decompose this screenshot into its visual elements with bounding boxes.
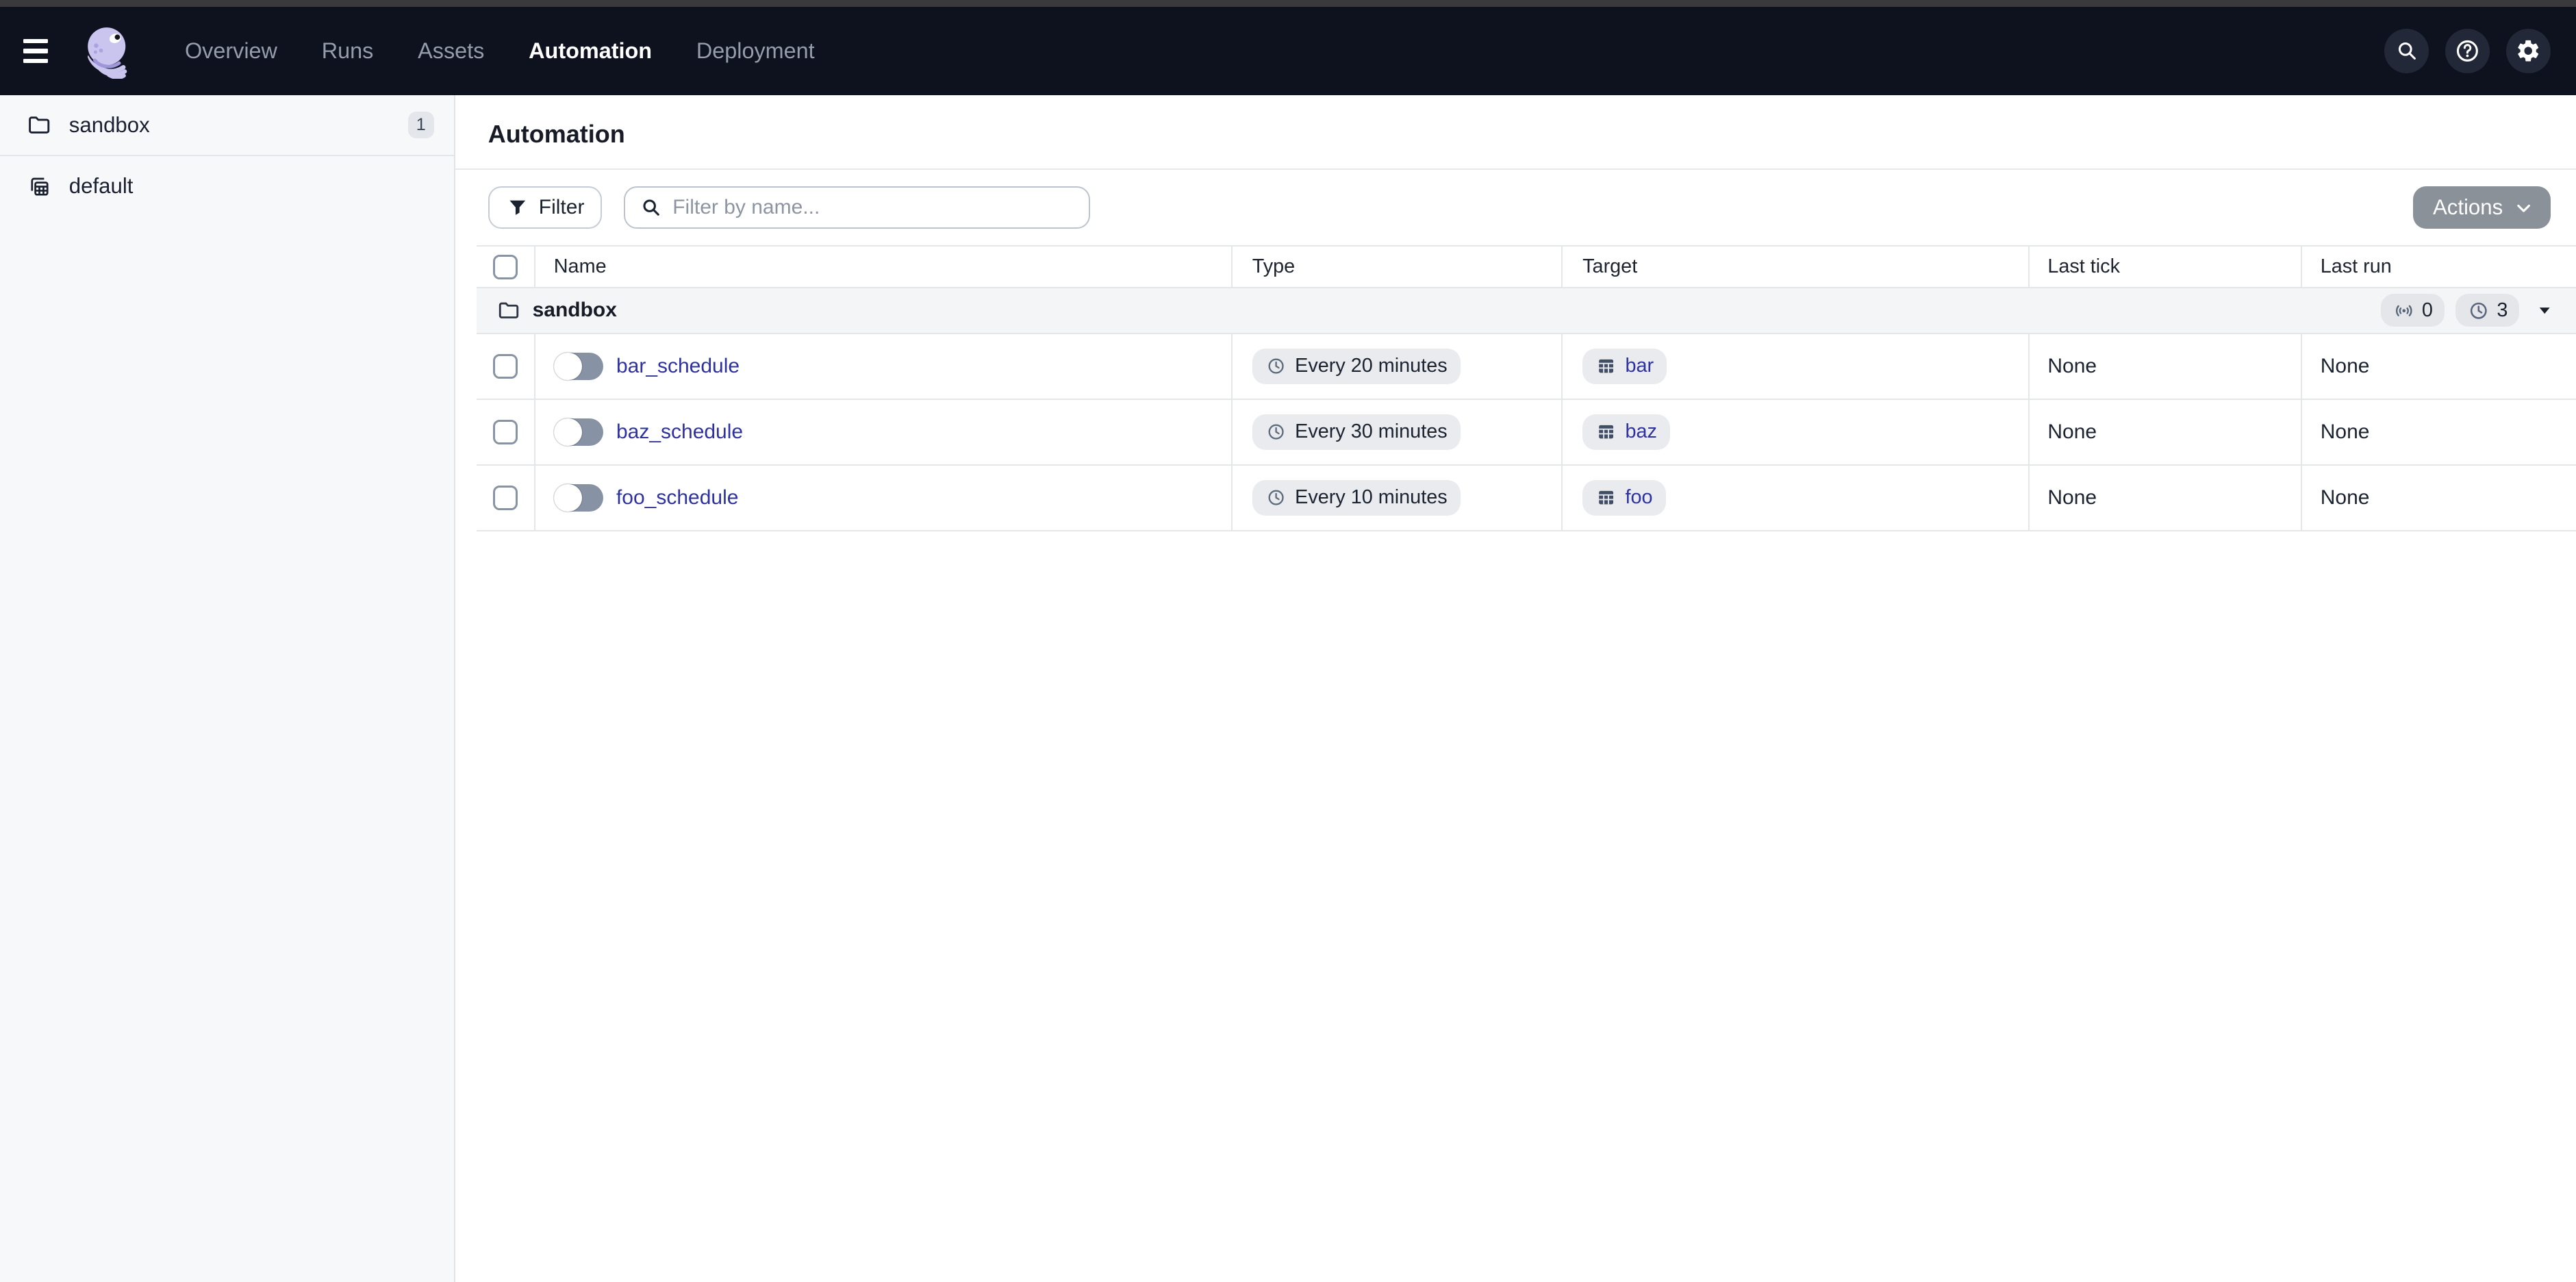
schedule-name-link[interactable]: foo_schedule <box>616 486 738 510</box>
actions-button-label: Actions <box>2433 195 2503 220</box>
clock-icon <box>2467 299 2490 323</box>
target-tag[interactable]: bar <box>1582 349 1667 385</box>
nav-right-icons <box>2384 29 2550 73</box>
row-checkbox[interactable] <box>493 486 518 510</box>
window-chrome-strip <box>0 0 2576 7</box>
schedule-name-link[interactable]: baz_schedule <box>616 420 743 444</box>
sensor-count-badge[interactable]: 0 <box>2381 294 2445 327</box>
column-header-name: Name <box>535 247 1233 286</box>
name-filter-input[interactable] <box>672 196 1074 219</box>
funnel-icon <box>506 196 529 219</box>
schedule-type-label: Every 10 minutes <box>1295 486 1447 509</box>
schedule-toggle[interactable] <box>554 484 603 512</box>
nav-item-deployment[interactable]: Deployment <box>674 7 837 96</box>
name-filter-box <box>624 186 1091 229</box>
sidebar-item-default[interactable]: default <box>0 156 454 217</box>
hamburger-menu-icon[interactable] <box>23 28 69 74</box>
sidebar-item-label: sandbox <box>69 113 150 138</box>
nav-item-assets[interactable]: Assets <box>396 7 507 96</box>
schedule-toggle[interactable] <box>554 353 603 381</box>
table-header-row: Name Type Target Last tick Last run <box>477 245 2576 288</box>
sensor-icon <box>2392 299 2416 323</box>
folder-icon <box>496 298 521 323</box>
clock-icon <box>1265 421 1287 442</box>
sidebar: sandbox 1 default <box>0 95 455 1282</box>
main-content: Automation Filter <box>455 95 2576 1282</box>
schedule-type-tag: Every 10 minutes <box>1252 480 1461 516</box>
group-row-sandbox[interactable]: sandbox <box>477 288 2576 334</box>
last-tick-value: None <box>2047 486 2097 510</box>
row-checkbox[interactable] <box>493 420 518 444</box>
title-bar: Automation <box>455 95 2576 170</box>
last-tick-value: None <box>2047 420 2097 444</box>
sidebar-item-sandbox[interactable]: sandbox 1 <box>0 95 454 156</box>
toolbar: Filter Actions <box>455 170 2576 245</box>
help-icon[interactable] <box>2445 29 2490 73</box>
code-location-icon <box>26 173 52 199</box>
schedule-count: 3 <box>2497 299 2508 322</box>
target-label: bar <box>1626 355 1654 377</box>
dagster-logo-icon[interactable] <box>81 23 137 79</box>
gear-icon[interactable] <box>2506 29 2551 73</box>
select-all-checkbox[interactable] <box>493 255 518 279</box>
last-run-value: None <box>2321 486 2370 510</box>
group-name: sandbox <box>533 299 617 322</box>
table-row: foo_schedule Every 10 minutes <box>477 466 2576 531</box>
schedule-type-label: Every 20 minutes <box>1295 355 1447 377</box>
search-icon[interactable] <box>2384 29 2429 73</box>
filter-button-label: Filter <box>539 196 585 219</box>
folder-icon <box>26 112 52 138</box>
target-tag[interactable]: baz <box>1582 414 1670 451</box>
top-nav: Overview Runs Assets Automation Deployme… <box>0 7 2576 96</box>
schedule-toggle[interactable] <box>554 418 603 447</box>
automation-table: Name Type Target Last tick Last run sand… <box>477 245 2576 531</box>
table-row: bar_schedule Every 20 minutes <box>477 334 2576 400</box>
last-run-value: None <box>2321 355 2370 378</box>
clock-icon <box>1265 355 1287 377</box>
caret-down-icon[interactable] <box>2536 301 2553 319</box>
search-icon <box>640 196 663 219</box>
nav-item-automation[interactable]: Automation <box>507 7 674 96</box>
sidebar-count-badge: 1 <box>408 112 434 138</box>
table-icon <box>1595 487 1617 508</box>
column-header-last-tick: Last tick <box>2030 247 2302 286</box>
nav-item-runs[interactable]: Runs <box>299 7 395 96</box>
last-tick-value: None <box>2047 355 2097 378</box>
last-run-value: None <box>2321 420 2370 444</box>
column-header-target: Target <box>1563 247 2030 286</box>
schedule-count-badge[interactable]: 3 <box>2455 294 2519 327</box>
column-header-type: Type <box>1233 247 1563 286</box>
schedule-type-tag: Every 20 minutes <box>1252 349 1461 385</box>
schedule-type-tag: Every 30 minutes <box>1252 414 1461 451</box>
table-body: bar_schedule Every 20 minutes <box>477 334 2576 531</box>
schedule-type-label: Every 30 minutes <box>1295 420 1447 443</box>
chevron-down-icon <box>2513 197 2534 218</box>
target-label: baz <box>1626 420 1657 443</box>
table-icon <box>1595 355 1617 377</box>
sensor-count: 0 <box>2422 299 2433 322</box>
page-title: Automation <box>488 120 2544 149</box>
sidebar-item-label: default <box>69 174 134 199</box>
filter-button[interactable]: Filter <box>488 186 603 229</box>
actions-button[interactable]: Actions <box>2413 186 2551 229</box>
schedule-name-link[interactable]: bar_schedule <box>616 355 740 378</box>
target-label: foo <box>1626 486 1653 509</box>
nav-links: Overview Runs Assets Automation Deployme… <box>163 7 837 96</box>
table-row: baz_schedule Every 30 minutes <box>477 400 2576 466</box>
column-header-last-run: Last run <box>2302 247 2576 286</box>
nav-item-overview[interactable]: Overview <box>163 7 300 96</box>
target-tag[interactable]: foo <box>1582 480 1666 516</box>
clock-icon <box>1265 487 1287 508</box>
table-icon <box>1595 421 1617 442</box>
app-window: Overview Runs Assets Automation Deployme… <box>0 0 2576 1282</box>
row-checkbox[interactable] <box>493 354 518 379</box>
